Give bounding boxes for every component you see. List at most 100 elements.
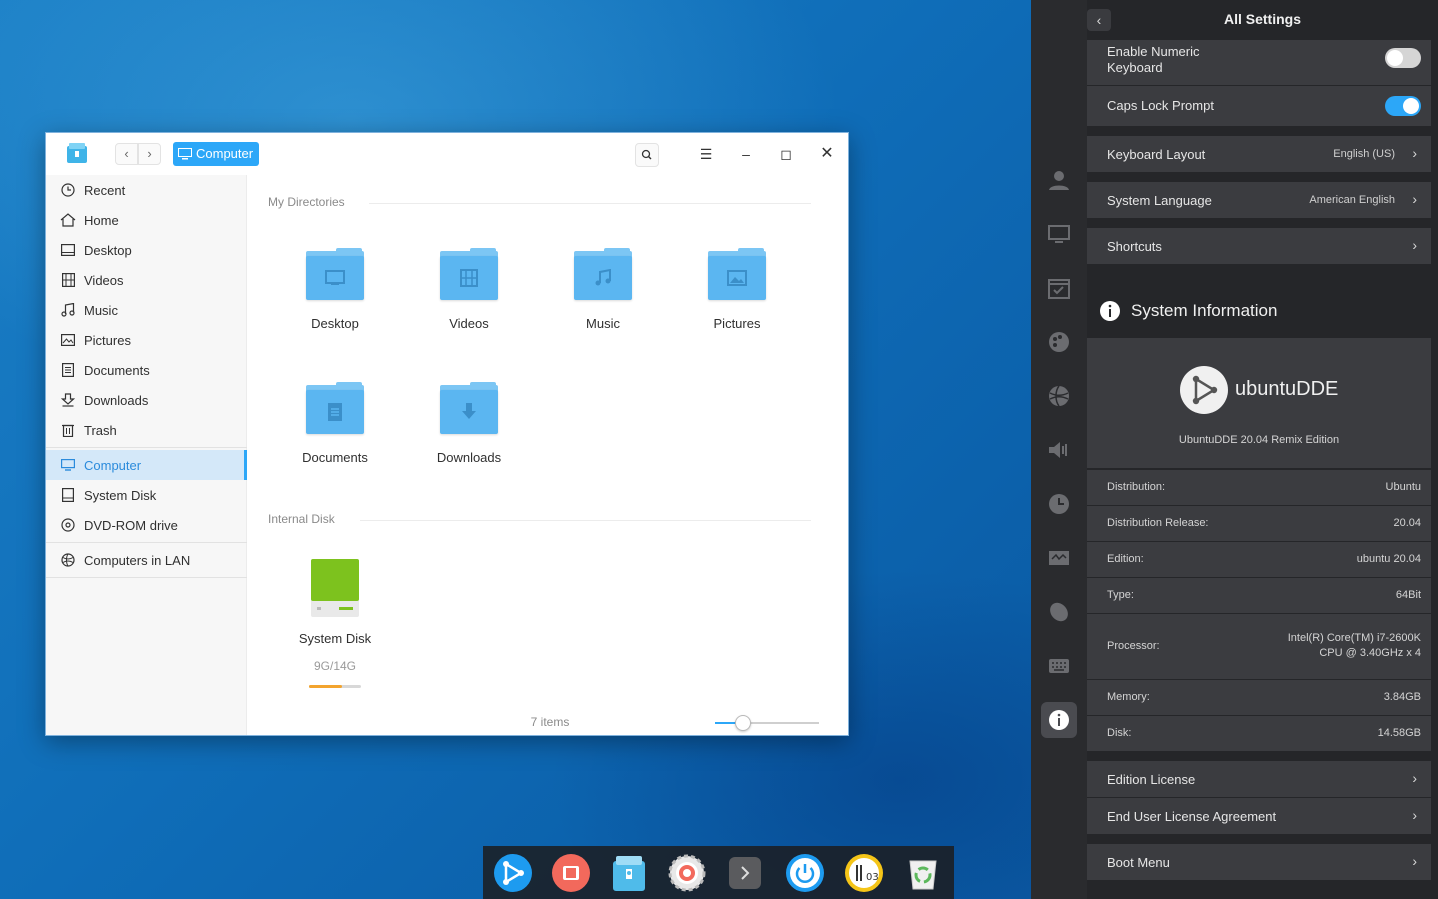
maximize-button[interactable]: ◻ — [776, 144, 796, 164]
sidebar-item-label: Pictures — [84, 333, 131, 348]
folder-label: Videos — [419, 316, 519, 331]
chevron-right-icon: › — [1412, 237, 1417, 253]
sidebar-divider — [46, 577, 247, 578]
row-boot-menu[interactable]: Boot Menu › — [1087, 844, 1431, 880]
sidebar-item-home[interactable]: Home — [46, 205, 247, 235]
row-edition-license[interactable]: Edition License › — [1087, 761, 1431, 797]
disk-color-block — [311, 559, 359, 601]
section-title-disk: Internal Disk — [268, 512, 335, 526]
ubuntudde-logo-icon — [1179, 365, 1229, 415]
sidebar-item-documents[interactable]: Documents — [46, 355, 247, 385]
system-info-icon[interactable] — [1047, 708, 1071, 732]
trash-icon — [60, 422, 76, 438]
accounts-icon[interactable] — [1047, 168, 1071, 192]
info-value: 3.84GB — [1384, 691, 1421, 703]
folder-videos[interactable]: Videos — [419, 248, 519, 331]
caps-lock-toggle[interactable] — [1385, 96, 1421, 116]
logo-text: ubuntuDDE — [1235, 378, 1338, 401]
row-label: End User License Agreement — [1107, 809, 1276, 824]
video-folder-icon — [440, 248, 498, 300]
row-eula[interactable]: End User License Agreement › — [1087, 798, 1431, 834]
sidebar-item-label: Downloads — [84, 393, 148, 408]
close-button[interactable]: ✕ — [817, 144, 837, 164]
expand-tray-icon[interactable] — [728, 856, 762, 890]
zoom-slider-track[interactable] — [715, 722, 819, 724]
settings-icon[interactable] — [667, 853, 707, 893]
trash-icon[interactable] — [903, 853, 943, 893]
sidebar-item-pictures[interactable]: Pictures — [46, 325, 247, 355]
folder-label: Music — [553, 316, 653, 331]
sidebar-item-downloads[interactable]: Downloads — [46, 385, 247, 415]
folder-desktop[interactable]: Desktop — [285, 248, 385, 331]
search-button[interactable] — [635, 143, 659, 167]
sidebar-divider — [46, 447, 247, 448]
default-apps-icon[interactable] — [1047, 276, 1071, 300]
mouse-icon[interactable] — [1047, 600, 1071, 624]
system-info-heading: System Information — [1099, 300, 1277, 322]
info-value: 64Bit — [1396, 589, 1421, 601]
folder-label: Desktop — [285, 316, 385, 331]
breadcrumb[interactable]: Computer — [173, 142, 259, 166]
display-icon[interactable] — [1047, 223, 1071, 247]
folder-music[interactable]: Music — [553, 248, 653, 331]
dvd-icon — [60, 517, 76, 533]
sidebar-item-lan[interactable]: Computers in LAN — [46, 545, 247, 575]
back-button[interactable]: ‹ — [115, 143, 138, 165]
info-icon — [1099, 300, 1121, 322]
clock-icon[interactable]: 03 — [844, 853, 884, 893]
launcher-icon[interactable] — [493, 853, 533, 893]
row-shortcuts[interactable]: Shortcuts › — [1087, 228, 1431, 264]
minimize-button[interactable]: – — [736, 144, 756, 164]
row-system-language[interactable]: System Language American English › — [1087, 182, 1431, 218]
forward-button[interactable]: › — [138, 143, 161, 165]
sidebar-divider — [46, 542, 247, 543]
sound-icon[interactable] — [1047, 438, 1071, 462]
home-icon — [60, 212, 76, 228]
sidebar-item-label: Recent — [84, 183, 125, 198]
titlebar: ‹ › Computer ☰ – ◻ ✕ — [46, 133, 848, 175]
sidebar-item-desktop[interactable]: Desktop — [46, 235, 247, 265]
section-divider — [369, 203, 811, 204]
folder-label: Documents — [285, 450, 385, 465]
info-value: Intel(R) Core(TM) i7-2600K — [1288, 632, 1421, 644]
video-icon — [60, 272, 76, 288]
sidebar-item-label: Desktop — [84, 243, 132, 258]
time-icon[interactable] — [1047, 492, 1071, 516]
sidebar-item-label: Computers in LAN — [84, 553, 190, 568]
zoom-slider-handle[interactable] — [735, 715, 751, 731]
document-folder-icon — [306, 382, 364, 434]
info-key: Edition: — [1107, 553, 1144, 565]
sidebar-item-music[interactable]: Music — [46, 295, 247, 325]
menu-button[interactable]: ☰ — [696, 144, 716, 164]
settings-header: All Settings — [1087, 0, 1438, 40]
keyboard-icon[interactable] — [1047, 654, 1071, 678]
folder-downloads[interactable]: Downloads — [419, 382, 519, 465]
sidebar-item-computer[interactable]: Computer — [46, 450, 247, 480]
info-key: Memory: — [1107, 691, 1150, 703]
folder-pictures[interactable]: Pictures — [687, 248, 787, 331]
settings-title: All Settings — [1087, 11, 1438, 27]
system-disk-icon[interactable] — [311, 559, 359, 617]
numeric-keyboard-toggle[interactable] — [1385, 48, 1421, 68]
sidebar-item-trash[interactable]: Trash — [46, 415, 247, 445]
screen-recorder-icon[interactable] — [551, 853, 591, 893]
sidebar-item-system-disk[interactable]: System Disk — [46, 480, 247, 510]
personalization-icon[interactable] — [1047, 330, 1071, 354]
info-value-line2: CPU @ 3.40GHz x 4 — [1319, 647, 1421, 659]
row-value: English (US) — [1333, 148, 1395, 160]
sidebar-item-dvd-rom[interactable]: DVD-ROM drive — [46, 510, 247, 540]
row-label: Edition License — [1107, 772, 1195, 787]
row-keyboard-layout[interactable]: Keyboard Layout English (US) › — [1087, 136, 1431, 172]
power-icon[interactable] — [785, 853, 825, 893]
sidebar-item-videos[interactable]: Videos — [46, 265, 247, 295]
sidebar: Recent Home Desktop Videos Music Picture… — [46, 175, 247, 735]
search-icon — [636, 144, 658, 166]
network-icon[interactable] — [1047, 384, 1071, 408]
info-value: ubuntu 20.04 — [1357, 553, 1421, 565]
power-management-icon[interactable] — [1047, 546, 1071, 570]
picture-icon — [60, 332, 76, 348]
file-manager-icon[interactable] — [609, 853, 649, 893]
folder-documents[interactable]: Documents — [285, 382, 385, 465]
sidebar-item-label: DVD-ROM drive — [84, 518, 178, 533]
sidebar-item-recent[interactable]: Recent — [46, 175, 247, 205]
